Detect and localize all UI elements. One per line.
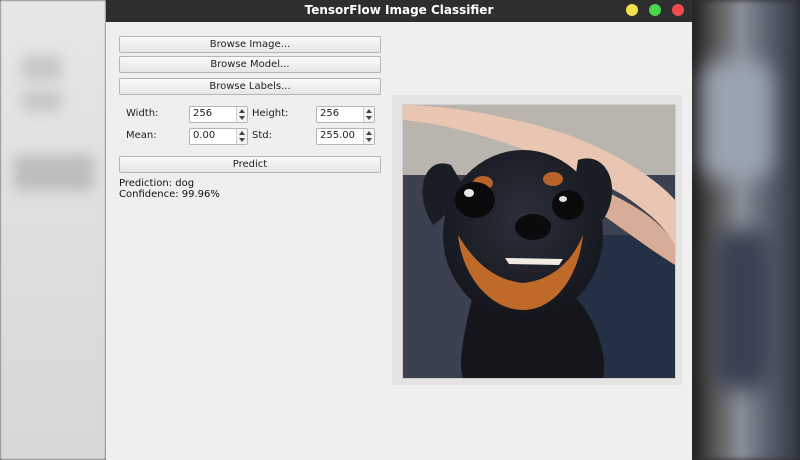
increment-arrow-icon[interactable] — [239, 131, 245, 135]
prediction-text: Prediction: dog — [119, 178, 195, 189]
height-value[interactable]: 256 — [320, 108, 339, 119]
width-label: Width: — [126, 108, 159, 119]
dog-teeth — [505, 258, 563, 265]
increment-arrow-icon[interactable] — [366, 109, 372, 113]
std-spinbox[interactable]: 255.00 — [316, 128, 375, 145]
window-title: TensorFlow Image Classifier — [304, 3, 494, 17]
dog-nose — [515, 214, 551, 240]
dog-eye-right — [552, 190, 584, 220]
eye-highlight — [464, 189, 474, 197]
browse-image-button[interactable]: Browse Image... — [119, 36, 381, 53]
decrement-arrow-icon[interactable] — [239, 116, 245, 120]
increment-arrow-icon[interactable] — [366, 131, 372, 135]
dog-photo — [403, 105, 675, 378]
eye-highlight — [559, 196, 567, 202]
decrement-arrow-icon[interactable] — [366, 138, 372, 142]
increment-arrow-icon[interactable] — [239, 109, 245, 113]
background-right — [692, 0, 800, 460]
image-preview — [402, 104, 676, 379]
decrement-arrow-icon[interactable] — [239, 138, 245, 142]
mean-spinbox[interactable]: 0.00 — [189, 128, 248, 145]
std-value[interactable]: 255.00 — [320, 130, 355, 141]
std-label: Std: — [252, 130, 272, 141]
blurred-shape — [22, 55, 62, 81]
confidence-text: Confidence: 99.96% — [119, 189, 220, 200]
width-stepper[interactable] — [236, 107, 247, 122]
minimize-button[interactable] — [626, 4, 638, 16]
height-spinbox[interactable]: 256 — [316, 106, 375, 123]
tan-marking — [543, 172, 563, 186]
app-window: TensorFlow Image Classifier Browse Image… — [106, 0, 692, 460]
blurred-shape — [22, 90, 62, 112]
browse-labels-button[interactable]: Browse Labels... — [119, 78, 381, 95]
blurred-shape — [712, 230, 772, 390]
mean-stepper[interactable] — [236, 129, 247, 144]
height-label: Height: — [252, 108, 289, 119]
dog-eye-left — [455, 182, 495, 218]
browse-model-button[interactable]: Browse Model... — [119, 56, 381, 73]
height-stepper[interactable] — [363, 107, 374, 122]
blurred-shape — [702, 60, 772, 180]
predict-button[interactable]: Predict — [119, 156, 381, 173]
blurred-shape — [14, 155, 94, 191]
title-bar[interactable]: TensorFlow Image Classifier — [106, 0, 692, 22]
maximize-button[interactable] — [649, 4, 661, 16]
width-spinbox[interactable]: 256 — [189, 106, 248, 123]
decrement-arrow-icon[interactable] — [366, 116, 372, 120]
std-stepper[interactable] — [363, 129, 374, 144]
mean-value[interactable]: 0.00 — [193, 130, 215, 141]
width-value[interactable]: 256 — [193, 108, 212, 119]
background-left — [0, 0, 106, 460]
mean-label: Mean: — [126, 130, 157, 141]
close-button[interactable] — [672, 4, 684, 16]
